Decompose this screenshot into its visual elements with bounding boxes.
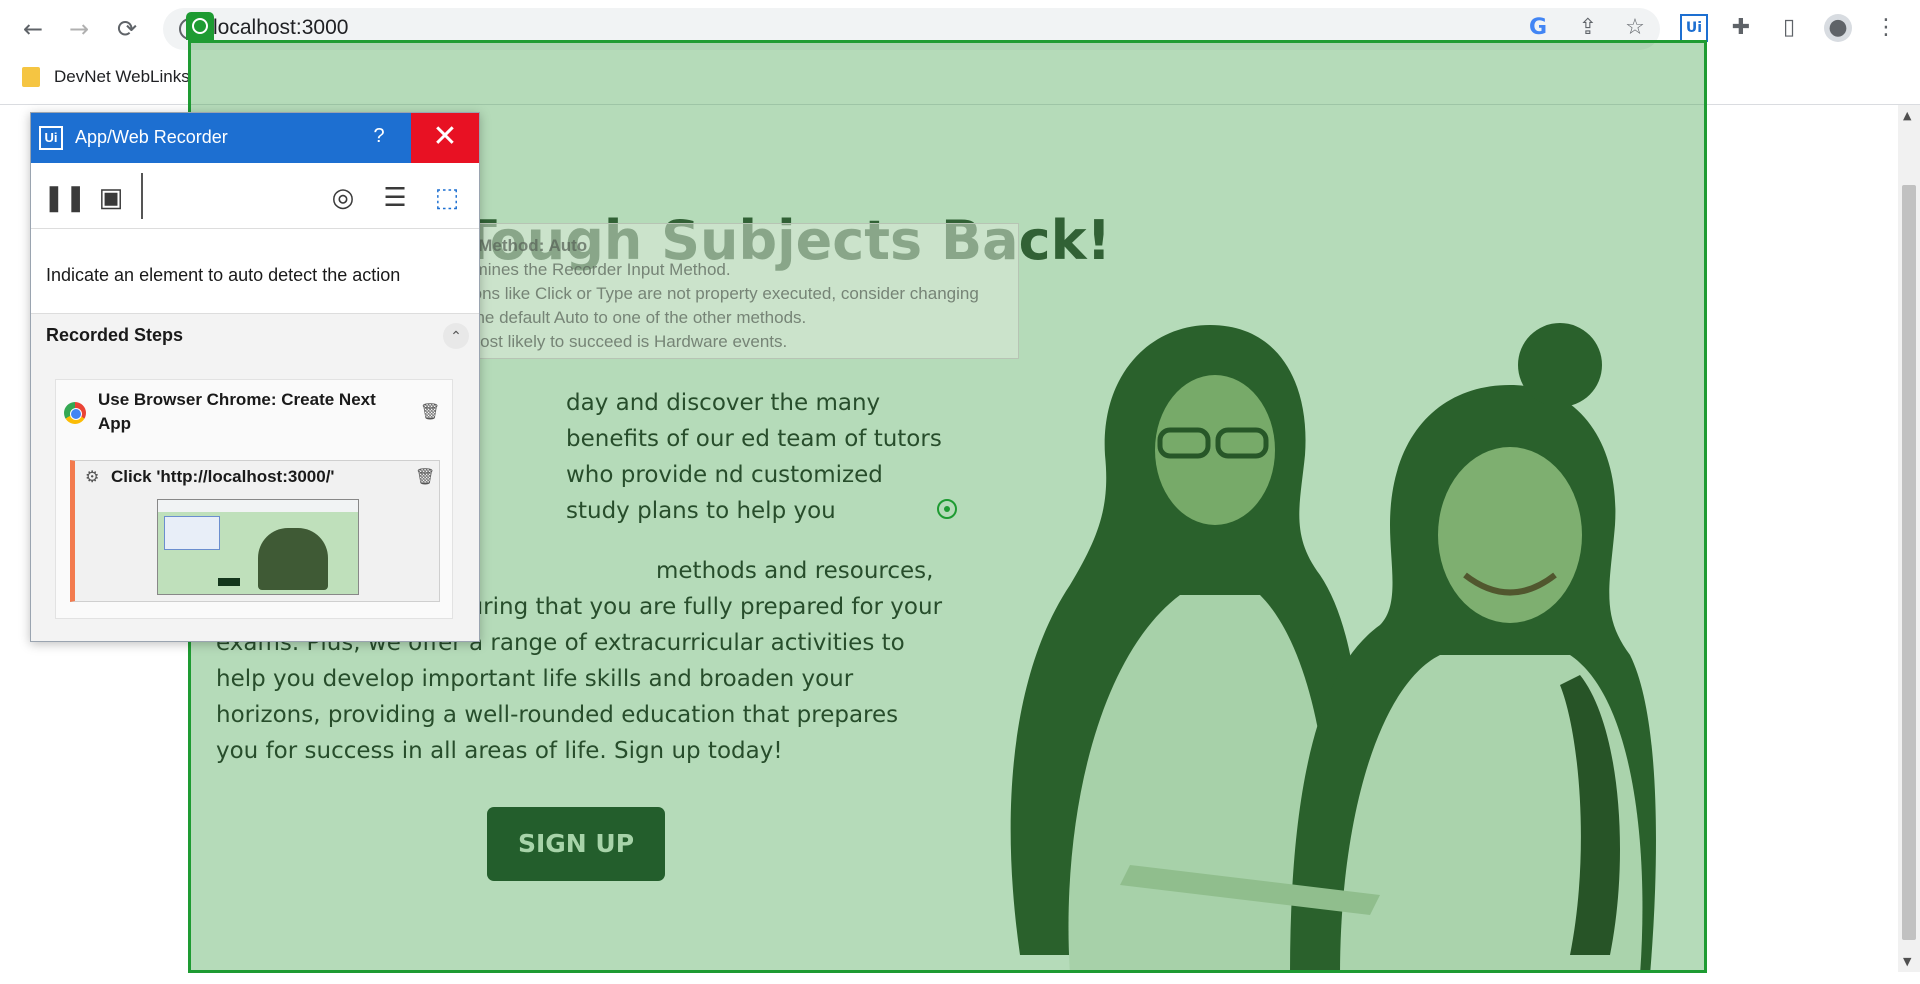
tooltip-line-4: The most likely to succeed is Hardware e… <box>432 332 788 351</box>
sub-step-label: Click 'http://localhost:3000/' <box>111 467 335 486</box>
folder-icon <box>22 67 40 87</box>
scroll-down-icon[interactable]: ▼ <box>1903 955 1911 968</box>
recorder-titlebar[interactable]: Ui App/Web Recorder ? ✕ <box>31 113 479 163</box>
collapse-chevron-icon[interactable]: ⌃ <box>443 323 469 349</box>
checklist-icon[interactable]: ☰ <box>379 181 411 213</box>
bookmark-devnet[interactable]: DevNet WebLinks <box>22 67 190 87</box>
scroll-up-icon[interactable]: ▲ <box>1903 109 1911 122</box>
input-method-icon[interactable]: ◎ <box>327 181 359 213</box>
side-panel-icon[interactable]: ▯ <box>1775 14 1803 42</box>
input-method-tooltip: Input Method: Auto Determines the Record… <box>423 223 1019 359</box>
save-icon[interactable]: ▣ <box>95 181 127 213</box>
help-button[interactable]: ? <box>367 125 391 148</box>
scroll-thumb[interactable] <box>1902 185 1916 940</box>
bookmark-label: DevNet WebLinks <box>54 67 190 86</box>
tooltip-line-2: If actions like Click or Type are not pr… <box>432 284 979 303</box>
pause-icon[interactable]: ❚❚ <box>43 181 87 213</box>
chrome-icon <box>64 402 86 424</box>
back-arrow-icon[interactable]: ← <box>16 12 50 46</box>
recorder-title: App/Web Recorder <box>75 127 228 147</box>
url-text: localhost:3000 <box>213 16 349 39</box>
target-icon <box>186 12 214 40</box>
recorder-toolbar: ❚❚ ▣ ◎ ☰ ⬚ <box>31 163 479 229</box>
screenshot-thumbnail <box>157 499 359 595</box>
reload-icon[interactable]: ⟳ <box>110 12 144 46</box>
toolbar-divider <box>141 173 143 219</box>
share-icon[interactable]: ⇪ <box>1574 14 1602 42</box>
menu-kebab-icon[interactable]: ⋮ <box>1872 14 1900 42</box>
recorder-message: Indicate an element to auto detect the a… <box>31 229 479 314</box>
recorded-step-card[interactable]: Use Browser Chrome: Create Next App 🗑 ⚙ … <box>55 379 453 619</box>
recorded-steps-header: Recorded Steps <box>46 325 184 345</box>
extensions-puzzle-icon[interactable]: ✚ <box>1727 14 1755 42</box>
step-header: Use Browser Chrome: Create Next App 🗑 <box>56 380 452 442</box>
sub-step-click[interactable]: ⚙ Click 'http://localhost:3000/' 🗑 <box>70 460 440 602</box>
page-scrollbar[interactable]: ▲ ▼ <box>1898 105 1920 972</box>
profile-avatar-icon[interactable]: ● <box>1824 14 1852 42</box>
bookmark-star-icon[interactable]: ☆ <box>1621 14 1649 42</box>
tooltip-title: Input Method: Auto <box>432 236 588 255</box>
delete-sub-step-icon[interactable]: 🗑 <box>415 467 435 487</box>
delete-step-icon[interactable]: 🗑 <box>420 402 440 422</box>
crosshair-icon <box>937 499 957 519</box>
close-button[interactable]: ✕ <box>411 113 479 163</box>
step-label: Use Browser Chrome: Create Next App <box>98 390 376 433</box>
google-icon[interactable]: G <box>1524 14 1552 42</box>
selection-icon[interactable]: ⬚ <box>431 181 463 213</box>
app-web-recorder-window: Ui App/Web Recorder ? ✕ ❚❚ ▣ ◎ ☰ ⬚ Indic… <box>30 112 480 642</box>
uipath-extension-icon[interactable]: Ui <box>1680 14 1708 42</box>
forward-arrow-icon[interactable]: → <box>62 12 96 46</box>
uipath-logo-icon: Ui <box>39 126 63 150</box>
tooltip-line-1: Determines the Recorder Input Method. <box>432 260 731 279</box>
tooltip-line-3: from the default Auto to one of the othe… <box>432 308 807 327</box>
click-icon: ⚙ <box>85 469 100 486</box>
